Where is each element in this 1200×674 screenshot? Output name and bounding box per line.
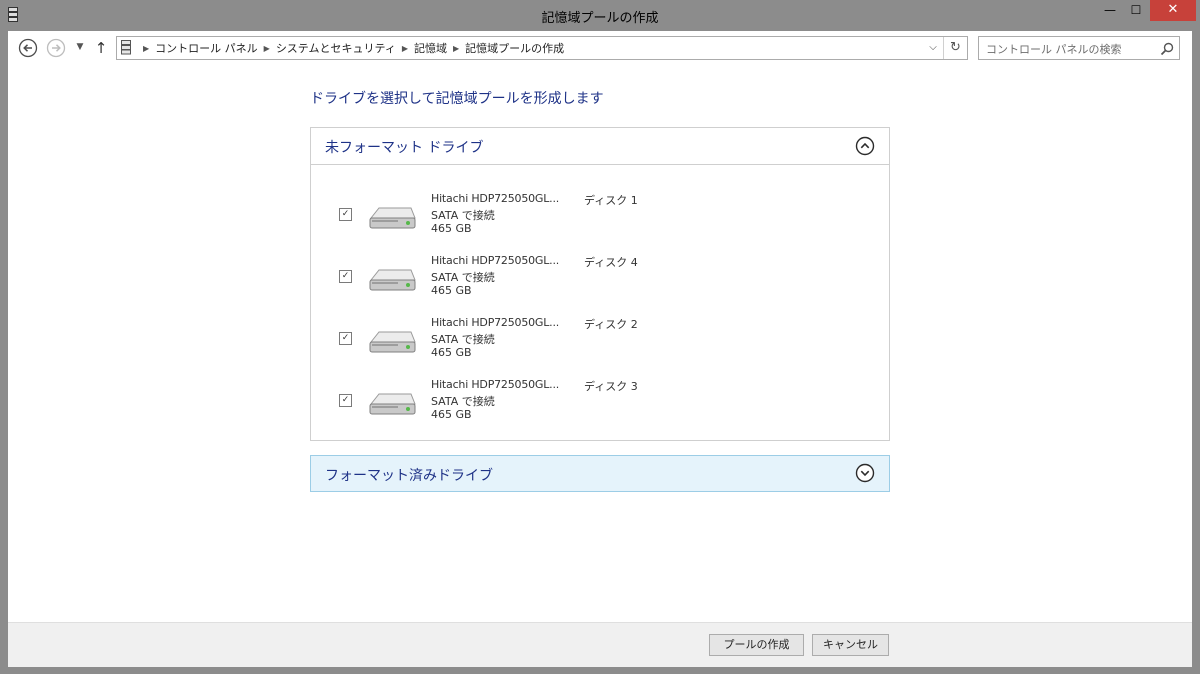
list-item[interactable]: ✓ Hitachi HDP725050GL... ディスク 1 SATA で接続… [311,192,889,248]
drive-connection: SATA で接続 [431,209,495,222]
drive-name: Hitachi HDP725050GL... [431,192,560,205]
footer-bar: プールの作成 キャンセル [8,622,1192,667]
drive-checkbox[interactable]: ✓ [339,208,352,221]
drive-name: Hitachi HDP725050GL... [431,254,560,267]
hard-drive-icon [367,198,417,234]
collapse-chevron-up-icon[interactable] [855,136,875,156]
drive-connection: SATA で接続 [431,271,495,284]
breadcrumb-control-panel[interactable]: コントロール パネル [155,40,258,56]
hard-drive-icon [367,384,417,420]
list-item[interactable]: ✓ Hitachi HDP725050GL... ディスク 4 SATA で接続… [311,254,889,310]
list-item[interactable]: ✓ Hitachi HDP725050GL... ディスク 2 SATA で接続… [311,316,889,372]
search-input[interactable]: コントロール パネルの検索 [978,36,1180,60]
storage-location-icon [121,40,131,55]
formatted-drives-title: フォーマット済みドライブ [325,468,493,484]
drive-name: Hitachi HDP725050GL... [431,378,560,391]
drive-checkbox[interactable]: ✓ [339,270,352,283]
unformatted-drives-title: 未フォーマット ドライブ [325,140,484,156]
forward-button[interactable] [46,38,66,58]
close-button[interactable]: ✕ [1150,0,1196,21]
drive-size: 465 GB [431,346,472,359]
maximize-button[interactable]: ☐ [1123,0,1149,21]
expand-chevron-down-icon[interactable] [855,463,875,483]
breadcrumb-create-pool[interactable]: 記憶域プールの作成 [465,40,564,56]
list-item[interactable]: ✓ Hitachi HDP725050GL... ディスク 3 SATA で接続… [311,378,889,434]
drive-name: Hitachi HDP725050GL... [431,316,560,329]
title-bar[interactable]: 記憶域プールの作成 — ☐ ✕ [0,0,1200,31]
unformatted-drives-panel: 未フォーマット ドライブ ✓ Hitachi HDP725050GL... ディ… [310,127,890,441]
drive-connection: SATA で接続 [431,333,495,346]
drive-checkbox[interactable]: ✓ [339,394,352,407]
breadcrumb-separator-icon[interactable]: ▶ [453,44,459,53]
search-icon[interactable] [1160,41,1174,56]
breadcrumb-separator-icon[interactable]: ▶ [264,44,270,53]
breadcrumb-separator-icon[interactable]: ▶ [143,44,149,53]
drive-disk-number: ディスク 1 [584,194,638,207]
drive-checkbox[interactable]: ✓ [339,332,352,345]
drive-size: 465 GB [431,408,472,421]
window-client: ▼ ↑ ▶ コントロール パネル ▶ システムとセキュリティ ▶ 記憶域 ▶ 記憶域プールの作… [8,31,1192,667]
formatted-drives-panel[interactable]: フォーマット済みドライブ [310,455,890,492]
breadcrumb: ▶ コントロール パネル ▶ システムとセキュリティ ▶ 記憶域 ▶ 記憶域プールの作成 [137,40,564,56]
hard-drive-icon [367,260,417,296]
refresh-icon[interactable]: ↻ [943,37,967,59]
recent-locations-chevron-icon[interactable]: ▼ [74,40,86,54]
forward-arrow-icon [46,38,66,58]
hard-drive-icon [367,322,417,358]
create-pool-button[interactable]: プールの作成 [709,634,804,656]
address-dropdown-icon[interactable]: ⌵ [925,40,941,56]
back-arrow-icon [18,38,38,58]
drive-disk-number: ディスク 2 [584,318,638,331]
back-button[interactable] [18,38,38,58]
minimize-button[interactable]: — [1097,0,1123,21]
cancel-button[interactable]: キャンセル [812,634,889,656]
drive-connection: SATA で接続 [431,395,495,408]
drive-disk-number: ディスク 4 [584,256,638,269]
drive-size: 465 GB [431,284,472,297]
page-heading: ドライブを選択して記憶域プールを形成します [310,91,604,107]
breadcrumb-system-security[interactable]: システムとセキュリティ [276,40,396,56]
search-placeholder: コントロール パネルの検索 [986,43,1122,56]
address-bar[interactable]: ▶ コントロール パネル ▶ システムとセキュリティ ▶ 記憶域 ▶ 記憶域プールの作成 ⌵ … [116,36,968,60]
window-title: 記憶域プールの作成 [541,11,659,26]
breadcrumb-storage[interactable]: 記憶域 [414,40,447,56]
drive-size: 465 GB [431,222,472,235]
breadcrumb-separator-icon[interactable]: ▶ [402,44,408,53]
up-arrow-icon[interactable]: ↑ [94,39,108,57]
unformatted-drives-header[interactable]: 未フォーマット ドライブ [311,128,889,165]
drive-disk-number: ディスク 3 [584,380,638,393]
